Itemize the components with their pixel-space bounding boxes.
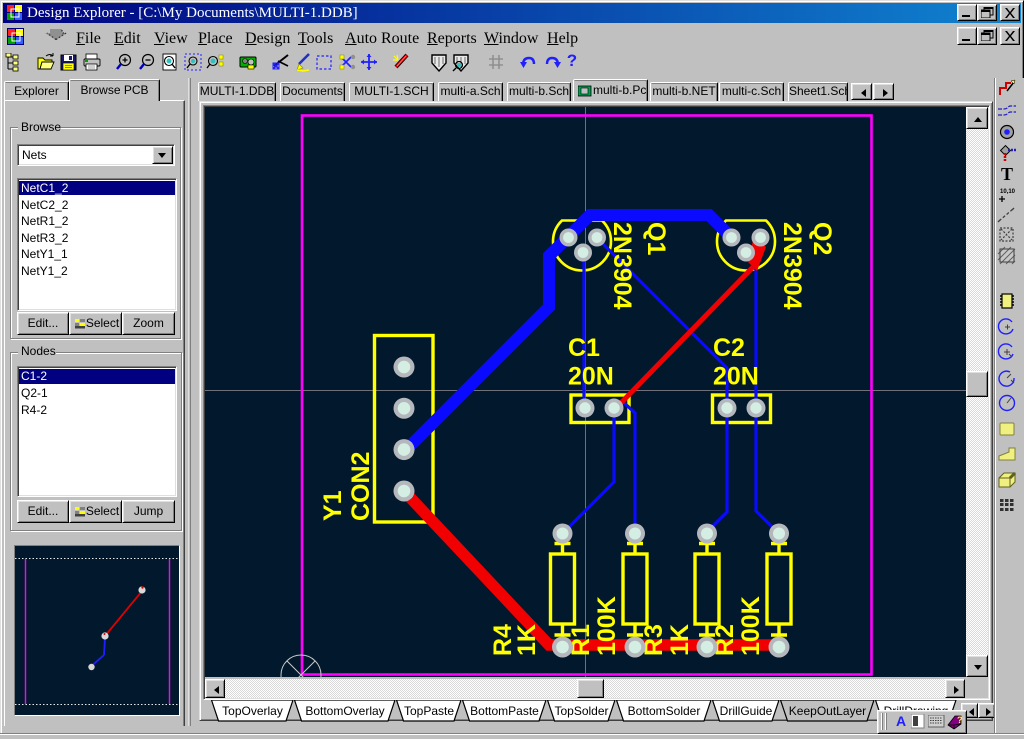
svg-text:Y1: Y1 [319, 490, 347, 521]
svg-text:DrillGuide: DrillGuide [720, 704, 773, 718]
svg-text:TopOverlay: TopOverlay [222, 704, 283, 718]
svg-text:100K: 100K [593, 596, 621, 656]
svg-text:Q2: Q2 [808, 222, 836, 255]
svg-text:CON2: CON2 [347, 452, 375, 521]
svg-text:2N3904: 2N3904 [608, 222, 636, 310]
svg-text:BottomOverlay: BottomOverlay [305, 704, 384, 718]
svg-text:C2: C2 [713, 334, 745, 362]
svg-text:TopPaste: TopPaste [404, 704, 454, 718]
svg-text:C1: C1 [568, 334, 600, 362]
svg-text:100K: 100K [737, 596, 765, 656]
svg-text:BottomPaste: BottomPaste [470, 704, 539, 718]
svg-text:TopSolder: TopSolder [554, 704, 608, 718]
svg-text:10,10: 10,10 [1000, 189, 1016, 195]
svg-text:20N: 20N [713, 363, 759, 391]
svg-text:2N3904: 2N3904 [778, 222, 806, 310]
svg-text:T: T [1001, 164, 1013, 184]
svg-text:1K: 1K [513, 624, 541, 656]
svg-text:20N: 20N [568, 363, 614, 391]
svg-text:?: ? [957, 715, 963, 725]
svg-text:BottomSolder: BottomSolder [628, 704, 701, 718]
svg-text:Q1: Q1 [642, 222, 670, 255]
svg-text:KeepOutLayer: KeepOutLayer [789, 704, 866, 718]
svg-text:1K: 1K [666, 624, 694, 656]
